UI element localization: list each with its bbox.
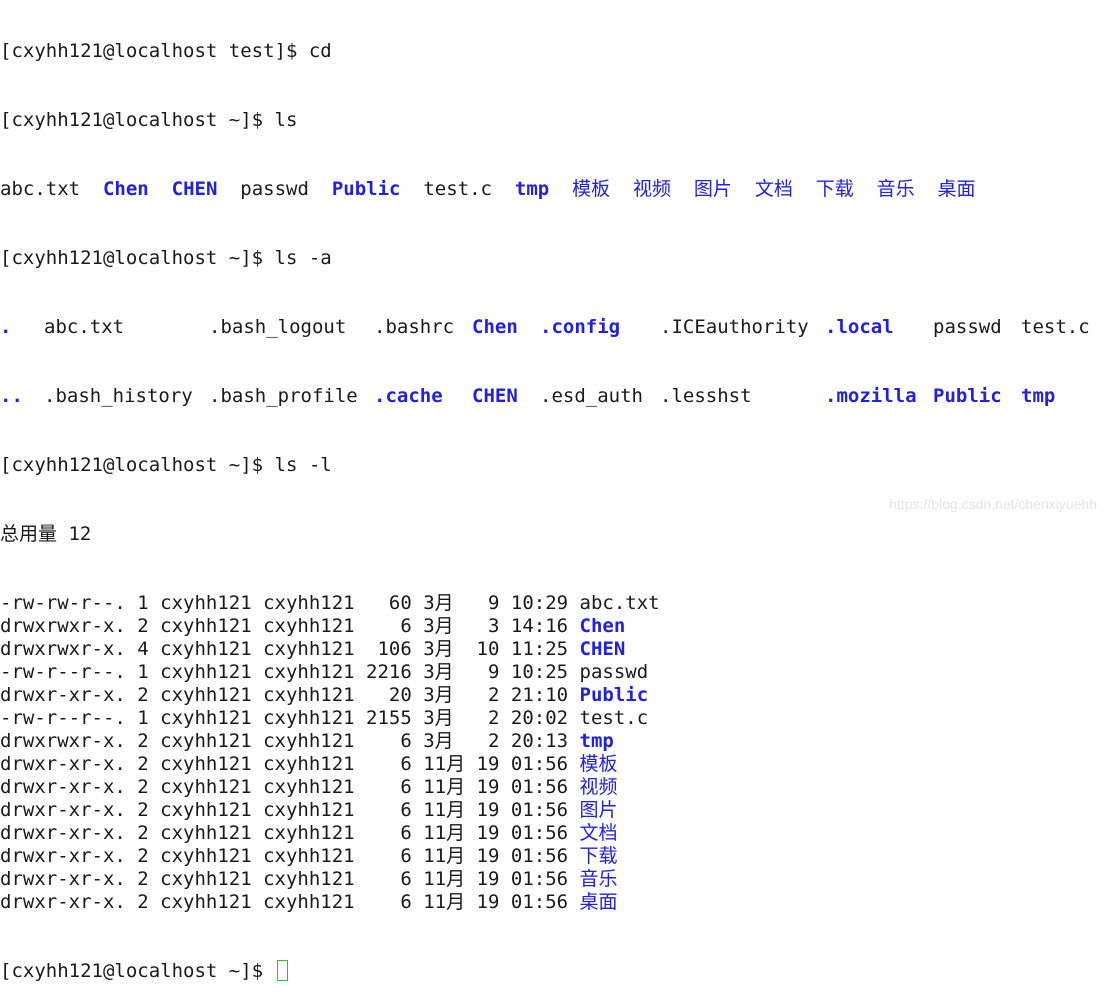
directory-entry: .mozilla — [825, 385, 917, 407]
listing-row: drwxr-xr-x. 2 cxyhh121 cxyhh121 6 11月 19… — [0, 868, 1081, 891]
file-entry: test.c — [579, 707, 649, 729]
ls-output: abc.txt Chen CHEN passwd Public test.c t… — [0, 178, 1081, 201]
cut-off-line: [cxyhh121@localhost test]$ cd — [0, 40, 332, 62]
directory-entry: Chen — [472, 316, 518, 338]
cursor[interactable] — [276, 960, 288, 981]
ls-a-row: .. .bash_history .bash_profile .cache CHEN .e… — [0, 385, 1081, 408]
file-entry: abc.txt — [44, 316, 125, 338]
file-entry: passwd — [933, 316, 1002, 338]
command-line-ls: [cxyhh121@localhost ~]$ ls — [0, 109, 1081, 132]
file-entry: .bash_history — [44, 385, 193, 407]
file-entry: .ICEauthority — [660, 316, 809, 338]
row-attributes: drwxr-xr-x. 2 cxyhh121 cxyhh121 6 11月 19… — [0, 845, 580, 867]
directory-entry: tmp — [514, 178, 550, 200]
directory-entry: .local — [825, 316, 894, 338]
listing-row: drwxr-xr-x. 2 cxyhh121 cxyhh121 6 11月 19… — [0, 822, 1081, 845]
directory-entry: .. — [0, 385, 23, 407]
directory-entry: .cache — [374, 385, 443, 407]
prompt: [cxyhh121@localhost ~]$ — [0, 454, 275, 476]
directory-entry: 视频 — [579, 776, 618, 798]
ls-l-listing: -rw-rw-r--. 1 cxyhh121 cxyhh121 60 3月 9 … — [0, 592, 1081, 914]
file-entry: .bash_profile — [209, 385, 358, 407]
directory-entry: Public — [933, 385, 1002, 407]
row-attributes: -rw-r--r--. 1 cxyhh121 cxyhh121 2216 3月 … — [0, 661, 580, 683]
directory-entry: 下载 — [579, 845, 618, 867]
directory-entry: .config — [540, 316, 621, 338]
row-attributes: drwxr-xr-x. 2 cxyhh121 cxyhh121 20 3月 2 … — [0, 684, 580, 706]
directory-entry: Public — [579, 684, 649, 706]
listing-row: -rw-r--r--. 1 cxyhh121 cxyhh121 2155 3月 … — [0, 707, 1081, 730]
file-entry: test.c — [1021, 316, 1090, 338]
row-attributes: -rw-rw-r--. 1 cxyhh121 cxyhh121 60 3月 9 … — [0, 592, 580, 614]
file-entry: .bashrc — [374, 316, 455, 338]
directory-entry: Chen — [579, 615, 626, 637]
file-entry: test.c — [423, 178, 492, 200]
directory-entry: 桌面 — [937, 178, 976, 200]
row-attributes: drwxr-xr-x. 2 cxyhh121 cxyhh121 6 11月 19… — [0, 868, 580, 890]
command: ls — [274, 109, 298, 131]
listing-row: drwxrwxr-x. 2 cxyhh121 cxyhh121 6 3月 3 1… — [0, 615, 1081, 638]
listing-row: drwxr-xr-x. 2 cxyhh121 cxyhh121 6 11月 19… — [0, 799, 1081, 822]
file-entry: .lesshst — [660, 385, 752, 407]
listing-row: drwxr-xr-x. 2 cxyhh121 cxyhh121 6 11月 19… — [0, 753, 1081, 776]
listing-row: drwxr-xr-x. 2 cxyhh121 cxyhh121 6 11月 19… — [0, 891, 1081, 914]
file-entry: passwd — [579, 661, 649, 683]
prompt: [cxyhh121@localhost ~]$ — [0, 109, 275, 131]
directory-entry: Public — [331, 178, 401, 200]
directory-entry: 图片 — [693, 178, 732, 200]
listing-row: drwxr-xr-x. 2 cxyhh121 cxyhh121 6 11月 19… — [0, 776, 1081, 799]
row-attributes: -rw-r--r--. 1 cxyhh121 cxyhh121 2155 3月 … — [0, 707, 580, 729]
directory-entry: CHEN — [472, 385, 518, 407]
row-attributes: drwxrwxr-x. 2 cxyhh121 cxyhh121 6 3月 3 1… — [0, 615, 580, 637]
directory-entry: 图片 — [579, 799, 618, 821]
command: ls -l — [274, 454, 332, 476]
command-line-ls-l: [cxyhh121@localhost ~]$ ls -l — [0, 454, 1081, 477]
directory-entry: 下载 — [815, 178, 854, 200]
prompt: [cxyhh121@localhost ~]$ — [0, 960, 275, 982]
command: ls -a — [274, 247, 332, 269]
file-entry: .bash_logout — [209, 316, 347, 338]
file-entry: abc.txt — [0, 178, 81, 200]
row-attributes: drwxrwxr-x. 4 cxyhh121 cxyhh121 106 3月 1… — [0, 638, 580, 660]
row-attributes: drwxr-xr-x. 2 cxyhh121 cxyhh121 6 11月 19… — [0, 799, 580, 821]
directory-entry: Chen — [102, 178, 149, 200]
directory-entry: 文档 — [579, 822, 618, 844]
directory-entry: . — [0, 316, 12, 338]
row-attributes: drwxr-xr-x. 2 cxyhh121 cxyhh121 6 11月 19… — [0, 891, 580, 913]
row-attributes: drwxrwxr-x. 2 cxyhh121 cxyhh121 6 3月 2 2… — [0, 730, 580, 752]
directory-entry: 视频 — [633, 178, 672, 200]
listing-row: drwxrwxr-x. 4 cxyhh121 cxyhh121 106 3月 1… — [0, 638, 1081, 661]
directory-entry: 音乐 — [876, 178, 915, 200]
listing-row: drwxr-xr-x. 2 cxyhh121 cxyhh121 6 11月 19… — [0, 845, 1081, 868]
directory-entry: 文档 — [754, 178, 793, 200]
listing-row: -rw-r--r--. 1 cxyhh121 cxyhh121 2216 3月 … — [0, 661, 1081, 684]
command-line-ls-a: [cxyhh121@localhost ~]$ ls -a — [0, 247, 1081, 270]
directory-entry: tmp — [579, 730, 614, 752]
file-entry: abc.txt — [579, 592, 660, 614]
listing-row: drwxr-xr-x. 2 cxyhh121 cxyhh121 20 3月 2 … — [0, 684, 1081, 707]
current-prompt-line[interactable]: [cxyhh121@localhost ~]$ — [0, 960, 1081, 983]
file-entry: .esd_auth — [540, 385, 643, 407]
listing-row: -rw-rw-r--. 1 cxyhh121 cxyhh121 60 3月 9 … — [0, 592, 1081, 615]
directory-entry: 模板 — [572, 178, 611, 200]
directory-entry: 音乐 — [579, 868, 618, 890]
listing-row: drwxrwxr-x. 2 cxyhh121 cxyhh121 6 3月 2 2… — [0, 730, 1081, 753]
ls-a-row: . abc.txt .bash_logout .bashrc Chen .config .I… — [0, 316, 1090, 339]
row-attributes: drwxr-xr-x. 2 cxyhh121 cxyhh121 6 11月 19… — [0, 753, 580, 775]
prompt: [cxyhh121@localhost ~]$ — [0, 247, 275, 269]
directory-entry: tmp — [1021, 385, 1056, 407]
directory-entry: CHEN — [579, 638, 626, 660]
directory-entry: 模板 — [579, 753, 618, 775]
directory-entry: CHEN — [171, 178, 218, 200]
directory-entry: 桌面 — [579, 891, 618, 913]
total-line: 总用量 12 — [0, 523, 92, 545]
row-attributes: drwxr-xr-x. 2 cxyhh121 cxyhh121 6 11月 19… — [0, 822, 580, 844]
watermark: https://blog.csdn.net/chenxiyuehh — [889, 496, 1097, 512]
file-entry: passwd — [240, 178, 309, 200]
row-attributes: drwxr-xr-x. 2 cxyhh121 cxyhh121 6 11月 19… — [0, 776, 580, 798]
